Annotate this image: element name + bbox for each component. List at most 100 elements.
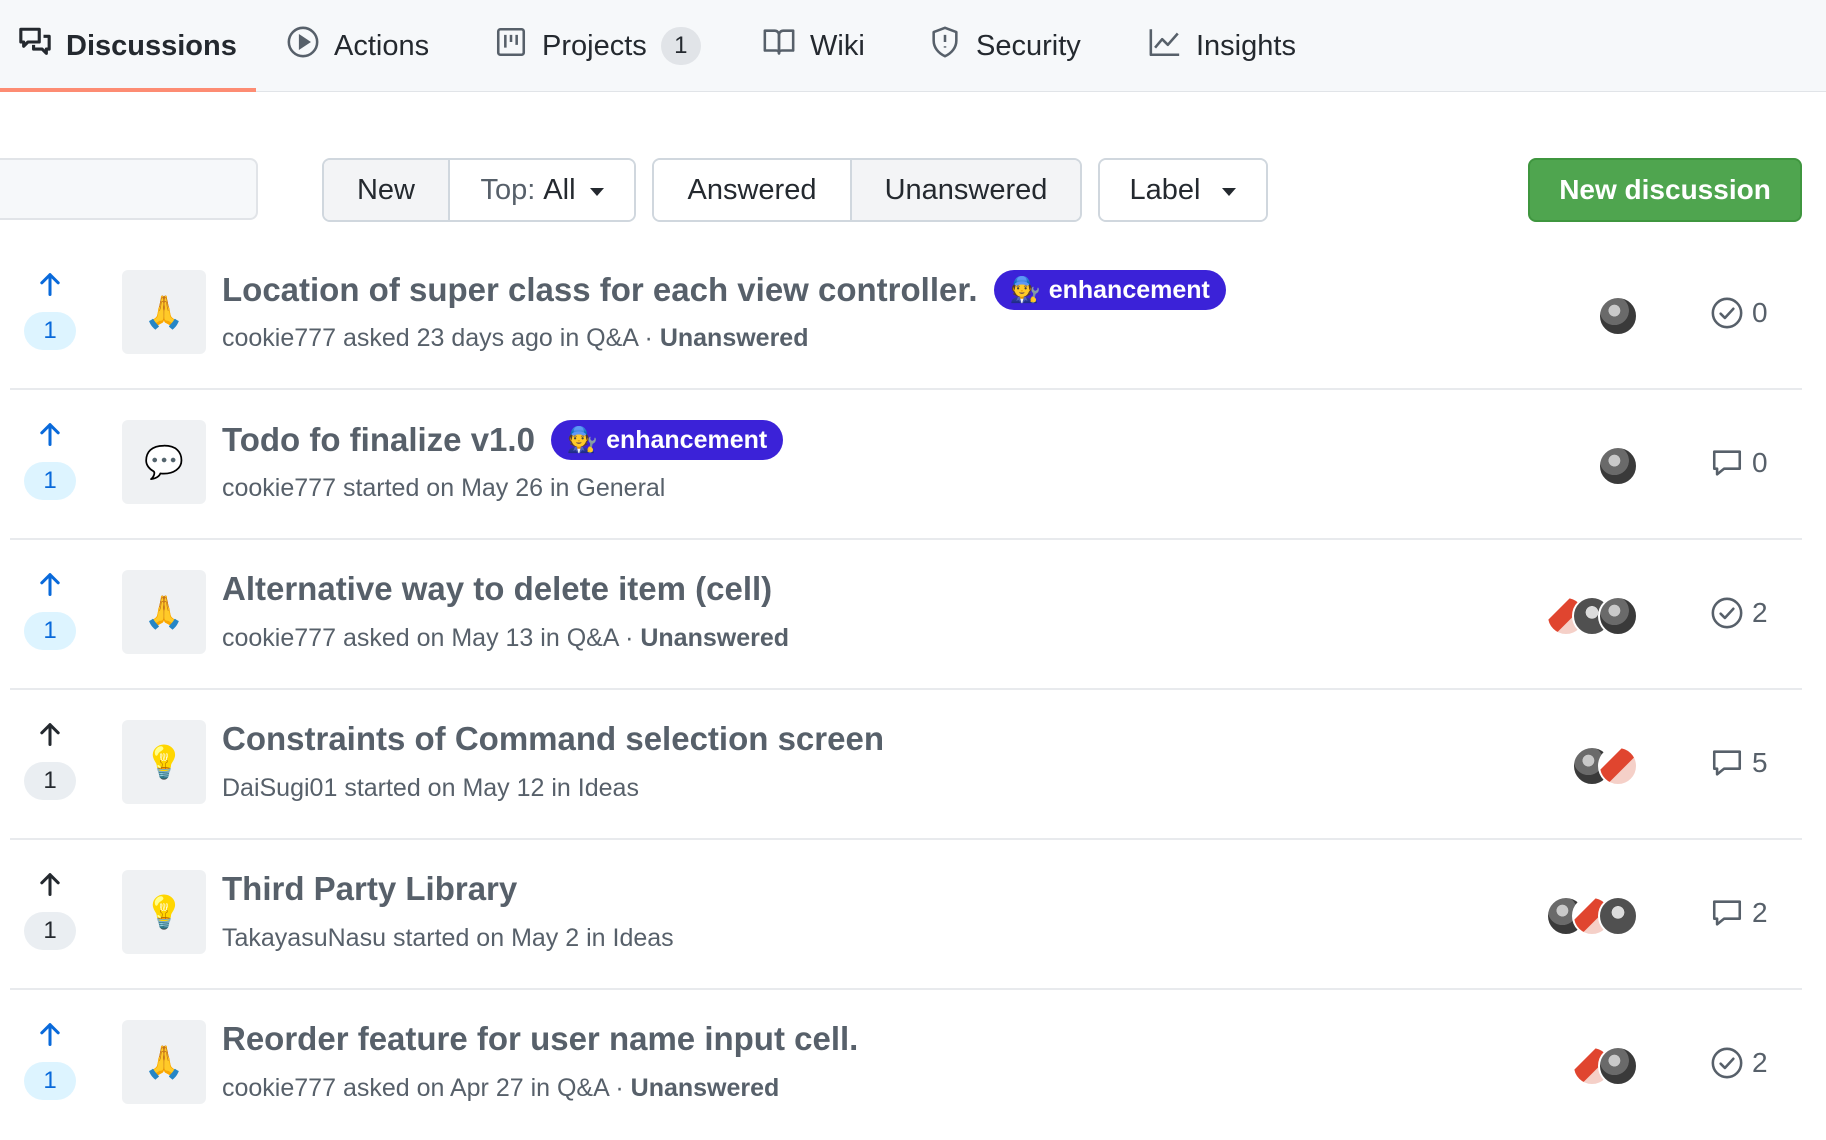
discussion-row[interactable]: 1 💬 Todo fo finalize v1.0 🧑‍🔧 enhancement coo… — [10, 390, 1802, 540]
title-line: Third Party Library — [222, 870, 517, 908]
author-link[interactable]: DaiSugi01 — [222, 774, 337, 802]
discussion-row[interactable]: 1 🙏 Reorder feature for user name input ce… — [10, 990, 1802, 1140]
answer-status: Unanswered — [659, 324, 809, 352]
action-text: started on May 26 in — [342, 474, 570, 502]
avatar[interactable] — [1598, 1046, 1638, 1086]
tab-wiki[interactable]: Wiki — [762, 0, 865, 92]
comment-count[interactable]: 2 — [1710, 1046, 1768, 1080]
project-board-icon — [494, 25, 528, 67]
projects-count-badge: 1 — [660, 27, 701, 65]
discussion-row[interactable]: 1 💡 Constraints of Command selection scree… — [10, 690, 1802, 840]
comment-count[interactable]: 5 — [1710, 746, 1768, 780]
tab-discussions[interactable]: Discussions — [18, 0, 237, 92]
discussion-title-link[interactable]: Todo fo finalize v1.0 — [222, 421, 535, 459]
arrow-up-icon — [40, 573, 60, 597]
comment-count[interactable]: 2 — [1710, 596, 1768, 630]
vote-count: 1 — [24, 912, 76, 950]
comment-count-value: 2 — [1752, 597, 1768, 628]
comment-count[interactable]: 2 — [1710, 896, 1768, 930]
comment-count-value: 0 — [1752, 447, 1768, 478]
discussion-meta: cookie777 asked on Apr 27 in Q&A · Unans… — [222, 1074, 779, 1103]
comment-count-value: 2 — [1752, 1047, 1768, 1078]
tab-label: Discussions — [66, 29, 237, 62]
label-badge[interactable]: 🧑‍🔧 enhancement — [993, 270, 1226, 310]
avatar[interactable] — [1598, 596, 1638, 636]
tab-security[interactable]: Security — [928, 0, 1081, 92]
sort-button-group: New Top: All — [322, 158, 636, 222]
arrow-up-icon — [40, 423, 60, 447]
category-emoji: 💡 — [122, 870, 206, 954]
search-input[interactable] — [0, 158, 258, 220]
discussion-title-link[interactable]: Alternative way to delete item (cell) — [222, 570, 772, 608]
category-link[interactable]: Ideas — [613, 924, 674, 952]
upvote-button[interactable]: 1 — [24, 270, 76, 370]
label-emoji: 🧑‍🔧 — [566, 425, 599, 454]
new-discussion-button[interactable]: New discussion — [1528, 158, 1802, 222]
label-filter-label: Label — [1129, 173, 1201, 206]
author-link[interactable]: cookie777 — [222, 474, 336, 502]
answer-filter-group: Answered Unanswered — [652, 158, 1082, 222]
tab-label: Wiki — [810, 29, 865, 62]
category-link[interactable]: General — [576, 474, 665, 502]
discussion-row[interactable]: 1 🙏 Location of super class for each view … — [10, 240, 1802, 390]
filter-unanswered-button[interactable]: Unanswered — [850, 160, 1080, 220]
check-circle-icon — [1711, 297, 1743, 329]
discussion-title-link[interactable]: Constraints of Command selection screen — [222, 720, 884, 758]
discussion-row[interactable]: 1 💡 Third Party Library TakayasuNasu starte… — [10, 840, 1802, 990]
meta-separator: · — [625, 624, 634, 652]
category-link[interactable]: Q&A — [557, 1074, 608, 1102]
author-link[interactable]: cookie777 — [222, 624, 336, 652]
meta-separator: · — [644, 324, 653, 352]
sort-new-label: New — [356, 173, 415, 206]
category-link[interactable]: Q&A — [586, 324, 637, 352]
tab-insights[interactable]: Insights — [1148, 0, 1296, 92]
discussion-meta: DaiSugi01 started on May 12 in Ideas — [222, 774, 639, 803]
author-link[interactable]: TakayasuNasu — [222, 924, 386, 952]
discussion-title-link[interactable]: Reorder feature for user name input cell… — [222, 1020, 858, 1058]
category-emoji: 🙏 — [122, 1020, 206, 1104]
tab-projects[interactable]: Projects 1 — [494, 0, 701, 92]
arrow-up-icon — [40, 1023, 60, 1047]
avatar[interactable] — [1598, 746, 1638, 786]
upvote-button[interactable]: 1 — [24, 420, 76, 520]
label-filter-dropdown[interactable]: Label — [1100, 160, 1266, 220]
filter-answered-label: Answered — [687, 173, 817, 206]
action-text: asked on Apr 27 in — [342, 1074, 551, 1102]
participant-avatars — [1572, 746, 1638, 788]
label-text: enhancement — [1048, 275, 1210, 304]
title-line: Alternative way to delete item (cell) — [222, 570, 772, 608]
avatar[interactable] — [1598, 896, 1638, 936]
tab-actions[interactable]: Actions — [286, 0, 429, 92]
sort-top-dropdown[interactable]: Top: All — [448, 160, 634, 220]
participant-avatars — [1598, 446, 1638, 488]
upvote-button[interactable]: 1 — [24, 870, 76, 970]
check-circle-icon — [1711, 597, 1743, 629]
category-emoji: 💡 — [122, 720, 206, 804]
vote-count: 1 — [24, 462, 76, 500]
title-line: Location of super class for each view co… — [222, 270, 1226, 310]
category-link[interactable]: Q&A — [567, 624, 618, 652]
author-link[interactable]: cookie777 — [222, 1074, 336, 1102]
discussion-title-link[interactable]: Third Party Library — [222, 870, 517, 908]
comment-discussion-icon — [18, 25, 52, 67]
filter-answered-button[interactable]: Answered — [654, 160, 850, 220]
arrow-up-icon — [40, 273, 60, 297]
vote-count: 1 — [24, 612, 76, 650]
discussion-row[interactable]: 1 🙏 Alternative way to delete item (cell) c… — [10, 540, 1802, 690]
author-link[interactable]: cookie777 — [222, 324, 336, 352]
upvote-button[interactable]: 1 — [24, 1020, 76, 1120]
caret-down-icon — [589, 188, 604, 196]
category-link[interactable]: Ideas — [578, 774, 639, 802]
arrow-up-icon — [40, 873, 60, 897]
comment-count[interactable]: 0 — [1710, 446, 1768, 480]
vote-count: 1 — [24, 312, 76, 350]
comment-count[interactable]: 0 — [1710, 296, 1768, 330]
upvote-button[interactable]: 1 — [24, 570, 76, 670]
label-badge[interactable]: 🧑‍🔧 enhancement — [550, 420, 784, 460]
avatar[interactable] — [1598, 446, 1638, 486]
sort-new-button[interactable]: New — [324, 160, 448, 220]
discussion-title-link[interactable]: Location of super class for each view co… — [222, 271, 978, 309]
upvote-button[interactable]: 1 — [24, 720, 76, 820]
avatar[interactable] — [1598, 296, 1638, 336]
participant-avatars — [1572, 1046, 1638, 1088]
